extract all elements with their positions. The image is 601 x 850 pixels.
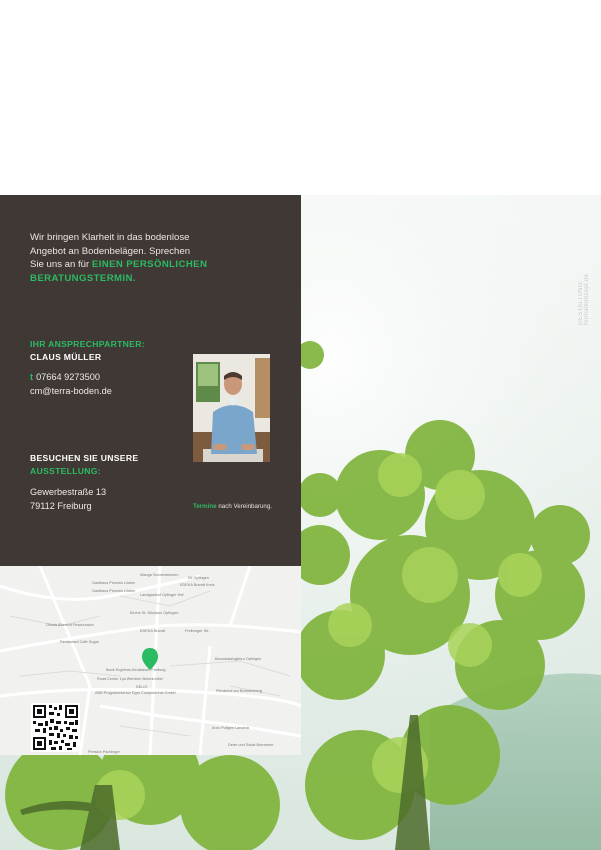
appointment-highlight: Termine — [193, 503, 217, 510]
map-label: Gasthaus Pension Löwen — [92, 589, 135, 593]
map-label: Kirche St. Nikolaus Opfingen — [130, 611, 179, 615]
contact-heading: IHR ANSPRECHPARTNER: — [30, 339, 145, 349]
location-map[interactable]: Gasthaus Pension Löwen Elf Opfingen EDEK… — [0, 566, 301, 755]
map-label: Arno Putlgen Landeck — [212, 726, 249, 730]
map-label: ABB Programmiersor Dgm Computerinst GmbH — [95, 691, 176, 695]
info-panel: Wir bringen Klarheit in das bodenlose An… — [0, 195, 301, 566]
contact-photo — [193, 354, 270, 462]
qr-code-icon[interactable] — [31, 703, 80, 752]
intro-highlight-2: BERATUNGSTERMIN. — [30, 272, 136, 284]
design-credit: GESTALTUNG: formatkonzept.de — [578, 273, 590, 325]
visit-heading-2: AUSSTELLUNG: — [30, 466, 101, 476]
contact-name: CLAUS MÜLLER — [30, 352, 102, 362]
map-label: Pension Pachinger — [88, 750, 121, 754]
intro-highlight-1: EINEN PERSÖNLICHEN — [91, 259, 208, 271]
contact-phone[interactable]: t 07664 9273500 — [30, 372, 100, 382]
map-label: Baumkatalogbüro Opfingen — [215, 657, 261, 661]
intro-line-3: Sie uns an für — [30, 259, 92, 271]
map-label: Deter und Sokat Bornweier — [228, 743, 274, 747]
map-label: Bank Ergebnis-Kindslawm Freiburg — [106, 668, 166, 672]
visit-heading-1: BESUCHEN SIE UNSERE — [30, 453, 139, 463]
intro-line-2: Angebot an Bodenbelägen. Sprechen — [30, 245, 191, 257]
phone-number[interactable]: 07664 9273500 — [36, 372, 100, 382]
phone-prefix: t — [30, 372, 34, 382]
map-label: Restaurant Café Sugar — [60, 640, 100, 644]
map-label: Freiburger Str. — [185, 629, 209, 633]
map-label: Gasthaus Pension Löwen — [92, 581, 135, 585]
map-label: Elf Opfingen — [188, 576, 209, 580]
map-label: DELIG — [136, 685, 147, 689]
appointment-rest: nach Vereinbarung. — [216, 503, 273, 510]
contact-email[interactable]: cm@terra-boden.de — [30, 386, 112, 396]
address-street: Gewerbestraße 13 — [30, 487, 107, 497]
intro-line-1: Wir bringen Klarheit in das bodenlose — [30, 232, 190, 243]
map-label: Landgasthof Opfinger Hof — [140, 593, 184, 597]
intro-text: Wir bringen Klarheit in das bodenlose An… — [30, 231, 210, 285]
map-label: Pferdehof am Bramberberg — [216, 689, 262, 693]
map-label: EDEKA Brandt Kreis — [180, 583, 215, 587]
address-city: 79112 Freiburg — [30, 501, 92, 511]
map-label: EDEKA Brandt — [140, 629, 166, 633]
map-label: Olinda Albrecht Friseursalon — [46, 623, 94, 627]
appointment-note: Termine nach Vereinbarung. — [193, 503, 272, 510]
map-label: Wanga Sonnenblumen — [140, 573, 179, 577]
map-label: Road Center 1ça Wemlein Betonmöbel — [97, 677, 163, 681]
